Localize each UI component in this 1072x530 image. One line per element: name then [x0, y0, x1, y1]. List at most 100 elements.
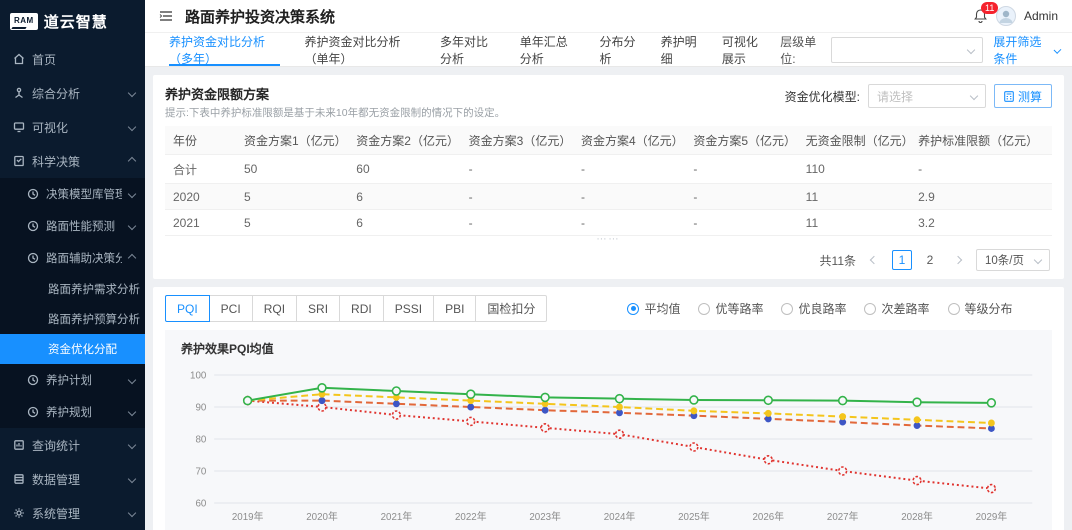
database-icon	[12, 473, 25, 486]
metric-tab-PBI[interactable]: PBI	[433, 295, 476, 322]
table-cell: -	[461, 184, 573, 210]
chart-marker	[616, 395, 624, 403]
sidebar-item-label: 路面养护预算分析	[48, 311, 145, 327]
radio-option-4[interactable]: 次差路率	[864, 300, 929, 317]
metric-tab-SRI[interactable]: SRI	[296, 295, 340, 322]
radio-option-2[interactable]: 优等路率	[698, 300, 763, 317]
x-tick-label: 2029年	[976, 510, 1008, 523]
pagination-next[interactable]	[948, 250, 968, 270]
sidebar-item-maintain-program[interactable]: 养护规划	[0, 396, 145, 428]
metric-tab-PQI[interactable]: PQI	[165, 295, 210, 322]
table-header-cell: 资金方案5（亿元）	[685, 126, 797, 155]
sidebar-item-home[interactable]: 首页	[0, 42, 145, 76]
header-actions: 11 Admin	[973, 6, 1058, 26]
plan-panel-subtitle: 提示:下表中养护标准限额是基于未来10年都无资金限制的情况下的设定。	[165, 105, 505, 120]
chart-marker	[839, 397, 847, 405]
metric-tab-RQI[interactable]: RQI	[252, 295, 297, 322]
chart-marker	[616, 430, 624, 438]
chart-marker	[392, 387, 400, 395]
tab-1[interactable]: 养护资金对比分析（多年）	[157, 33, 292, 66]
radio-option-1[interactable]: 平均值	[627, 300, 680, 317]
x-tick-label: 2028年	[901, 510, 933, 523]
top-header: 路面养护投资决策系统 11 Admin	[145, 0, 1072, 33]
y-tick-label: 90	[195, 402, 206, 413]
table-cell: 5	[236, 184, 348, 210]
chevron-up-icon	[128, 157, 136, 165]
chevron-down-icon	[1034, 256, 1042, 264]
chart-marker	[764, 396, 772, 404]
sidebar-item-fund-allocation[interactable]: 资金优化分配	[0, 334, 145, 364]
calculate-button-label: 测算	[1018, 88, 1042, 105]
funding-plan-panel: 养护资金限额方案 提示:下表中养护标准限额是基于未来10年都无资金限制的情况下的…	[153, 75, 1064, 279]
sidebar-item-label: 系统管理	[32, 505, 122, 522]
tab-3[interactable]: 多年对比分析	[428, 33, 508, 66]
x-tick-label: 2019年	[232, 510, 264, 523]
clock-icon	[26, 252, 39, 265]
bell-icon[interactable]: 11	[973, 8, 988, 24]
chart-marker	[541, 393, 549, 401]
tab-7[interactable]: 可视化展示	[710, 33, 780, 66]
avatar[interactable]	[996, 6, 1016, 26]
radio-label: 优良路率	[798, 300, 846, 317]
table-header-cell: 资金方案2（亿元）	[348, 126, 460, 155]
sidebar-item-assist-decision[interactable]: 路面辅助决策分析	[0, 242, 145, 274]
pagination-page-2[interactable]: 2	[920, 250, 940, 270]
funding-plan-header: 养护资金限额方案 提示:下表中养护标准限额是基于未来10年都无资金限制的情况下的…	[165, 84, 1052, 120]
sidebar-item-visualization[interactable]: 可视化	[0, 110, 145, 144]
sidebar-item-model-library[interactable]: 决策模型库管理	[0, 178, 145, 210]
sidebar-item-system-management[interactable]: 系统管理	[0, 496, 145, 530]
table-header-cell: 资金方案1（亿元）	[236, 126, 348, 155]
tab-2[interactable]: 养护资金对比分析（单年）	[292, 33, 427, 66]
x-tick-label: 2025年	[678, 510, 710, 523]
sidebar-item-budget-analysis[interactable]: 路面养护预算分析	[0, 304, 145, 334]
sidebar-item-science-decision[interactable]: 科学决策	[0, 144, 145, 178]
metric-tab-PCI[interactable]: PCI	[209, 295, 253, 322]
monitor-icon	[12, 121, 25, 134]
radio-circle-icon	[864, 303, 876, 315]
unit-filter-label: 层级单位:	[780, 33, 821, 67]
metric-tabs: PQIPCIRQISRIRDIPSSIPBI国检扣分	[165, 295, 547, 322]
model-select[interactable]: 请选择	[868, 84, 986, 108]
metric-tab-国检扣分[interactable]: 国检扣分	[475, 295, 547, 322]
chart-marker	[839, 467, 847, 475]
metric-tab-PSSI[interactable]: PSSI	[383, 295, 434, 322]
chart-marker	[542, 407, 549, 414]
sidebar-item-demand-analysis[interactable]: 路面养护需求分析	[0, 274, 145, 304]
clock-icon	[26, 188, 39, 201]
radio-circle-icon	[627, 303, 639, 315]
tab-5[interactable]: 分布分析	[587, 33, 648, 66]
metric-tab-RDI[interactable]: RDI	[339, 295, 384, 322]
sidebar-item-query-stats[interactable]: 查询统计	[0, 428, 145, 462]
pagination-page-1[interactable]: 1	[892, 250, 912, 270]
collapse-menu-icon[interactable]	[159, 10, 173, 22]
tab-4[interactable]: 单年汇总分析	[508, 33, 588, 66]
sidebar-item-data-management[interactable]: 数据管理	[0, 462, 145, 496]
decision-icon	[12, 155, 25, 168]
x-tick-label: 2027年	[827, 510, 859, 523]
page-size-value: 10条/页	[985, 252, 1024, 268]
tab-6[interactable]: 养护明细	[649, 33, 710, 66]
sidebar-item-label: 资金优化分配	[48, 341, 145, 357]
expand-filters-link[interactable]: 展开筛选条件	[993, 33, 1060, 67]
chart-marker	[319, 397, 326, 404]
sidebar-item-label: 路面辅助决策分析	[46, 250, 122, 266]
y-tick-label: 60	[195, 498, 206, 509]
sidebar-item-comprehensive-analysis[interactable]: 综合分析	[0, 76, 145, 110]
pagination-prev[interactable]	[864, 250, 884, 270]
logo-text: 道云智慧	[44, 11, 108, 32]
table-cell: 6	[348, 184, 460, 210]
sidebar-item-performance-prediction[interactable]: 路面性能预测	[0, 210, 145, 242]
model-controls: 资金优化模型: 请选择 测算	[785, 84, 1052, 108]
table-cell: 2.9	[910, 184, 1052, 210]
funding-table: 年份资金方案1（亿元）资金方案2（亿元）资金方案3（亿元）资金方案4（亿元）资金…	[165, 126, 1052, 236]
chevron-down-icon	[128, 89, 136, 97]
table-cell: 60	[348, 155, 460, 184]
radio-option-5[interactable]: 等级分布	[948, 300, 1013, 317]
radio-option-3[interactable]: 优良路率	[781, 300, 846, 317]
unit-select[interactable]	[831, 37, 983, 63]
calculate-button[interactable]: 测算	[994, 84, 1052, 108]
chart-marker	[690, 443, 698, 451]
page-size-select[interactable]: 10条/页	[976, 249, 1050, 271]
sidebar-item-maintain-plan[interactable]: 养护计划	[0, 364, 145, 396]
pagination-total: 共11条	[820, 252, 856, 269]
